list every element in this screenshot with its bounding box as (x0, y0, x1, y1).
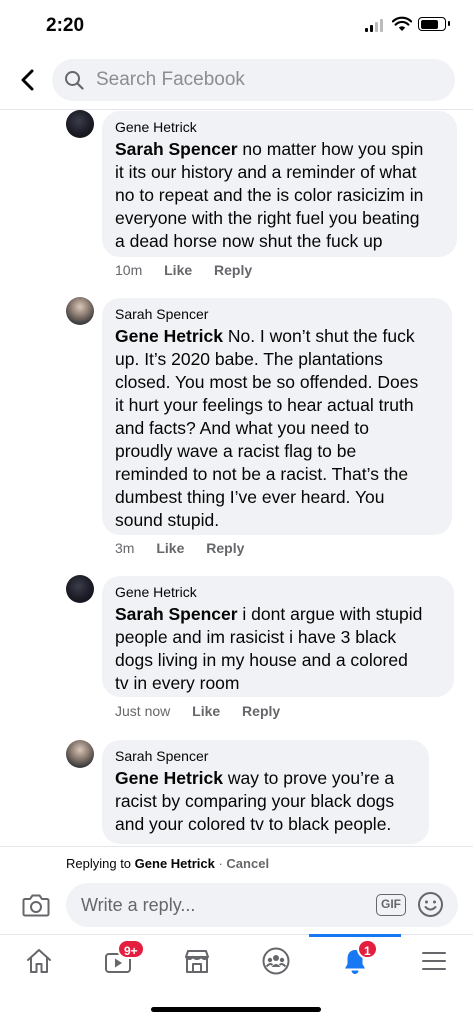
facebook-comments-screen: 2:20 Search Facebook Gene Hetrick Sarah … (0, 0, 473, 1024)
mention-link[interactable]: Gene Hetrick (115, 326, 223, 346)
comment-line: way to prove you’re a (222, 768, 395, 788)
comment-line: tv in every room (115, 673, 240, 693)
search-input[interactable] (96, 59, 436, 101)
comment-line: No. I won’t shut the fuck (222, 326, 415, 346)
battery-level (420, 19, 438, 29)
comment-author[interactable]: Gene Hetrick (115, 119, 444, 135)
cellular-signal-icon (365, 19, 385, 32)
home-indicator (151, 1007, 321, 1012)
like-button[interactable]: Like (164, 262, 192, 278)
comment-thread: Gene Hetrick Sarah Spencer no matter how… (0, 110, 473, 846)
like-button[interactable]: Like (156, 540, 184, 556)
comment-line: sound stupid. (115, 510, 220, 530)
comment-text: Gene Hetrick No. I won’t shut the fuck u… (115, 325, 439, 532)
comment-line: it its our history and a reminder of wha… (115, 162, 417, 182)
replying-separator: · (214, 856, 227, 871)
comment-line: a dead horse now shut the fuck up (115, 231, 383, 251)
comment-line: closed. You most be so offended. Does (115, 372, 419, 392)
avatar[interactable] (66, 575, 94, 603)
comment-line: proudly wave a racist flag to be (115, 441, 357, 461)
reply-button[interactable]: Reply (242, 703, 280, 719)
search-box[interactable] (52, 59, 455, 101)
wifi-icon (392, 16, 412, 31)
comment-text: Sarah Spencer no matter how you spin it … (115, 138, 444, 253)
comment-actions: 3m Like Reply (115, 540, 262, 556)
tab-groups[interactable] (246, 935, 306, 991)
comment-time: Just now (115, 703, 171, 719)
status-time: 2:20 (46, 15, 85, 36)
notifications-badge: 1 (357, 939, 378, 959)
menu-icon (422, 952, 446, 970)
comment-line: no matter how you spin (237, 139, 424, 159)
comment-time: 3m (115, 540, 135, 556)
battery-icon (418, 17, 450, 31)
gif-icon[interactable]: GIF (376, 894, 406, 916)
tab-home[interactable] (9, 935, 69, 991)
mention-link[interactable]: Gene Hetrick (115, 768, 223, 788)
comment-line: people and im rasicist i have 3 black (115, 627, 397, 647)
avatar[interactable] (66, 297, 94, 325)
tab-menu[interactable] (404, 935, 464, 991)
comment-author[interactable]: Sarah Spencer (115, 306, 439, 322)
avatar[interactable] (66, 740, 94, 768)
groups-icon (262, 947, 290, 975)
replying-prefix: Replying to (66, 856, 135, 871)
search-icon (65, 71, 84, 90)
tab-marketplace[interactable] (167, 935, 227, 991)
replying-to-bar: Replying to Gene Hetrick · Cancel (0, 846, 473, 880)
comment-line: dumbest thing I’ve ever heard. You (115, 487, 385, 507)
comment-bubble: Gene Hetrick Sarah Spencer i dont argue … (102, 576, 454, 697)
avatar[interactable] (66, 110, 94, 138)
reply-button[interactable]: Reply (214, 262, 252, 278)
comment-line: reminded to not be a racist. That’s the (115, 464, 409, 484)
marketplace-icon (185, 950, 209, 973)
home-icon (27, 949, 51, 973)
reply-composer: GIF (0, 880, 473, 932)
reply-button[interactable]: Reply (206, 540, 244, 556)
mention-link[interactable]: Sarah Spencer (115, 139, 238, 159)
comment-line: i dont argue with stupid (237, 604, 423, 624)
comment-line: racist by comparing your black dogs (115, 791, 395, 811)
search-header (0, 50, 473, 110)
comment-actions: 10m Like Reply (115, 262, 270, 278)
comment-text: Sarah Spencer i dont argue with stupid p… (115, 603, 441, 695)
comment-bubble: Gene Hetrick Sarah Spencer no matter how… (102, 111, 457, 257)
bottom-tab-bar: 9+ 1 (0, 934, 473, 990)
comment-line: up. It’s 2020 babe. The plantations (115, 349, 383, 369)
replying-name: Gene Hetrick (134, 856, 215, 871)
comment-line: and your colored tv to black people. (115, 814, 392, 834)
tab-watch[interactable]: 9+ (88, 935, 148, 991)
comment-author[interactable]: Gene Hetrick (115, 584, 441, 600)
reply-input[interactable] (81, 883, 371, 927)
reply-box[interactable]: GIF (66, 883, 458, 927)
back-arrow-icon[interactable] (14, 66, 42, 94)
comment-line: no to repeat and the is color rasicizim … (115, 185, 424, 205)
comment-author[interactable]: Sarah Spencer (115, 748, 416, 764)
comment-line: it hurt your feelings to hear actual tru… (115, 395, 414, 415)
comment-time: 10m (115, 262, 143, 278)
comment-line: everyone with the right fuel you beating (115, 208, 420, 228)
cancel-reply-button[interactable]: Cancel (226, 856, 269, 871)
emoji-icon[interactable] (417, 891, 444, 918)
comment-line: and facts? And what you need to (115, 418, 369, 438)
like-button[interactable]: Like (192, 703, 220, 719)
watch-badge: 9+ (117, 939, 145, 959)
comment-bubble: Sarah Spencer Gene Hetrick way to prove … (102, 740, 429, 844)
comment-actions: Just now Like Reply (115, 703, 298, 719)
comment-text: Gene Hetrick way to prove you’re a racis… (115, 767, 416, 836)
camera-icon[interactable] (22, 892, 50, 918)
tab-notifications[interactable]: 1 (309, 934, 401, 991)
comment-bubble: Sarah Spencer Gene Hetrick No. I won’t s… (102, 298, 452, 535)
comment-line: dogs living in my house and a colored (115, 650, 408, 670)
mention-link[interactable]: Sarah Spencer (115, 604, 238, 624)
status-bar: 2:20 (0, 0, 473, 50)
